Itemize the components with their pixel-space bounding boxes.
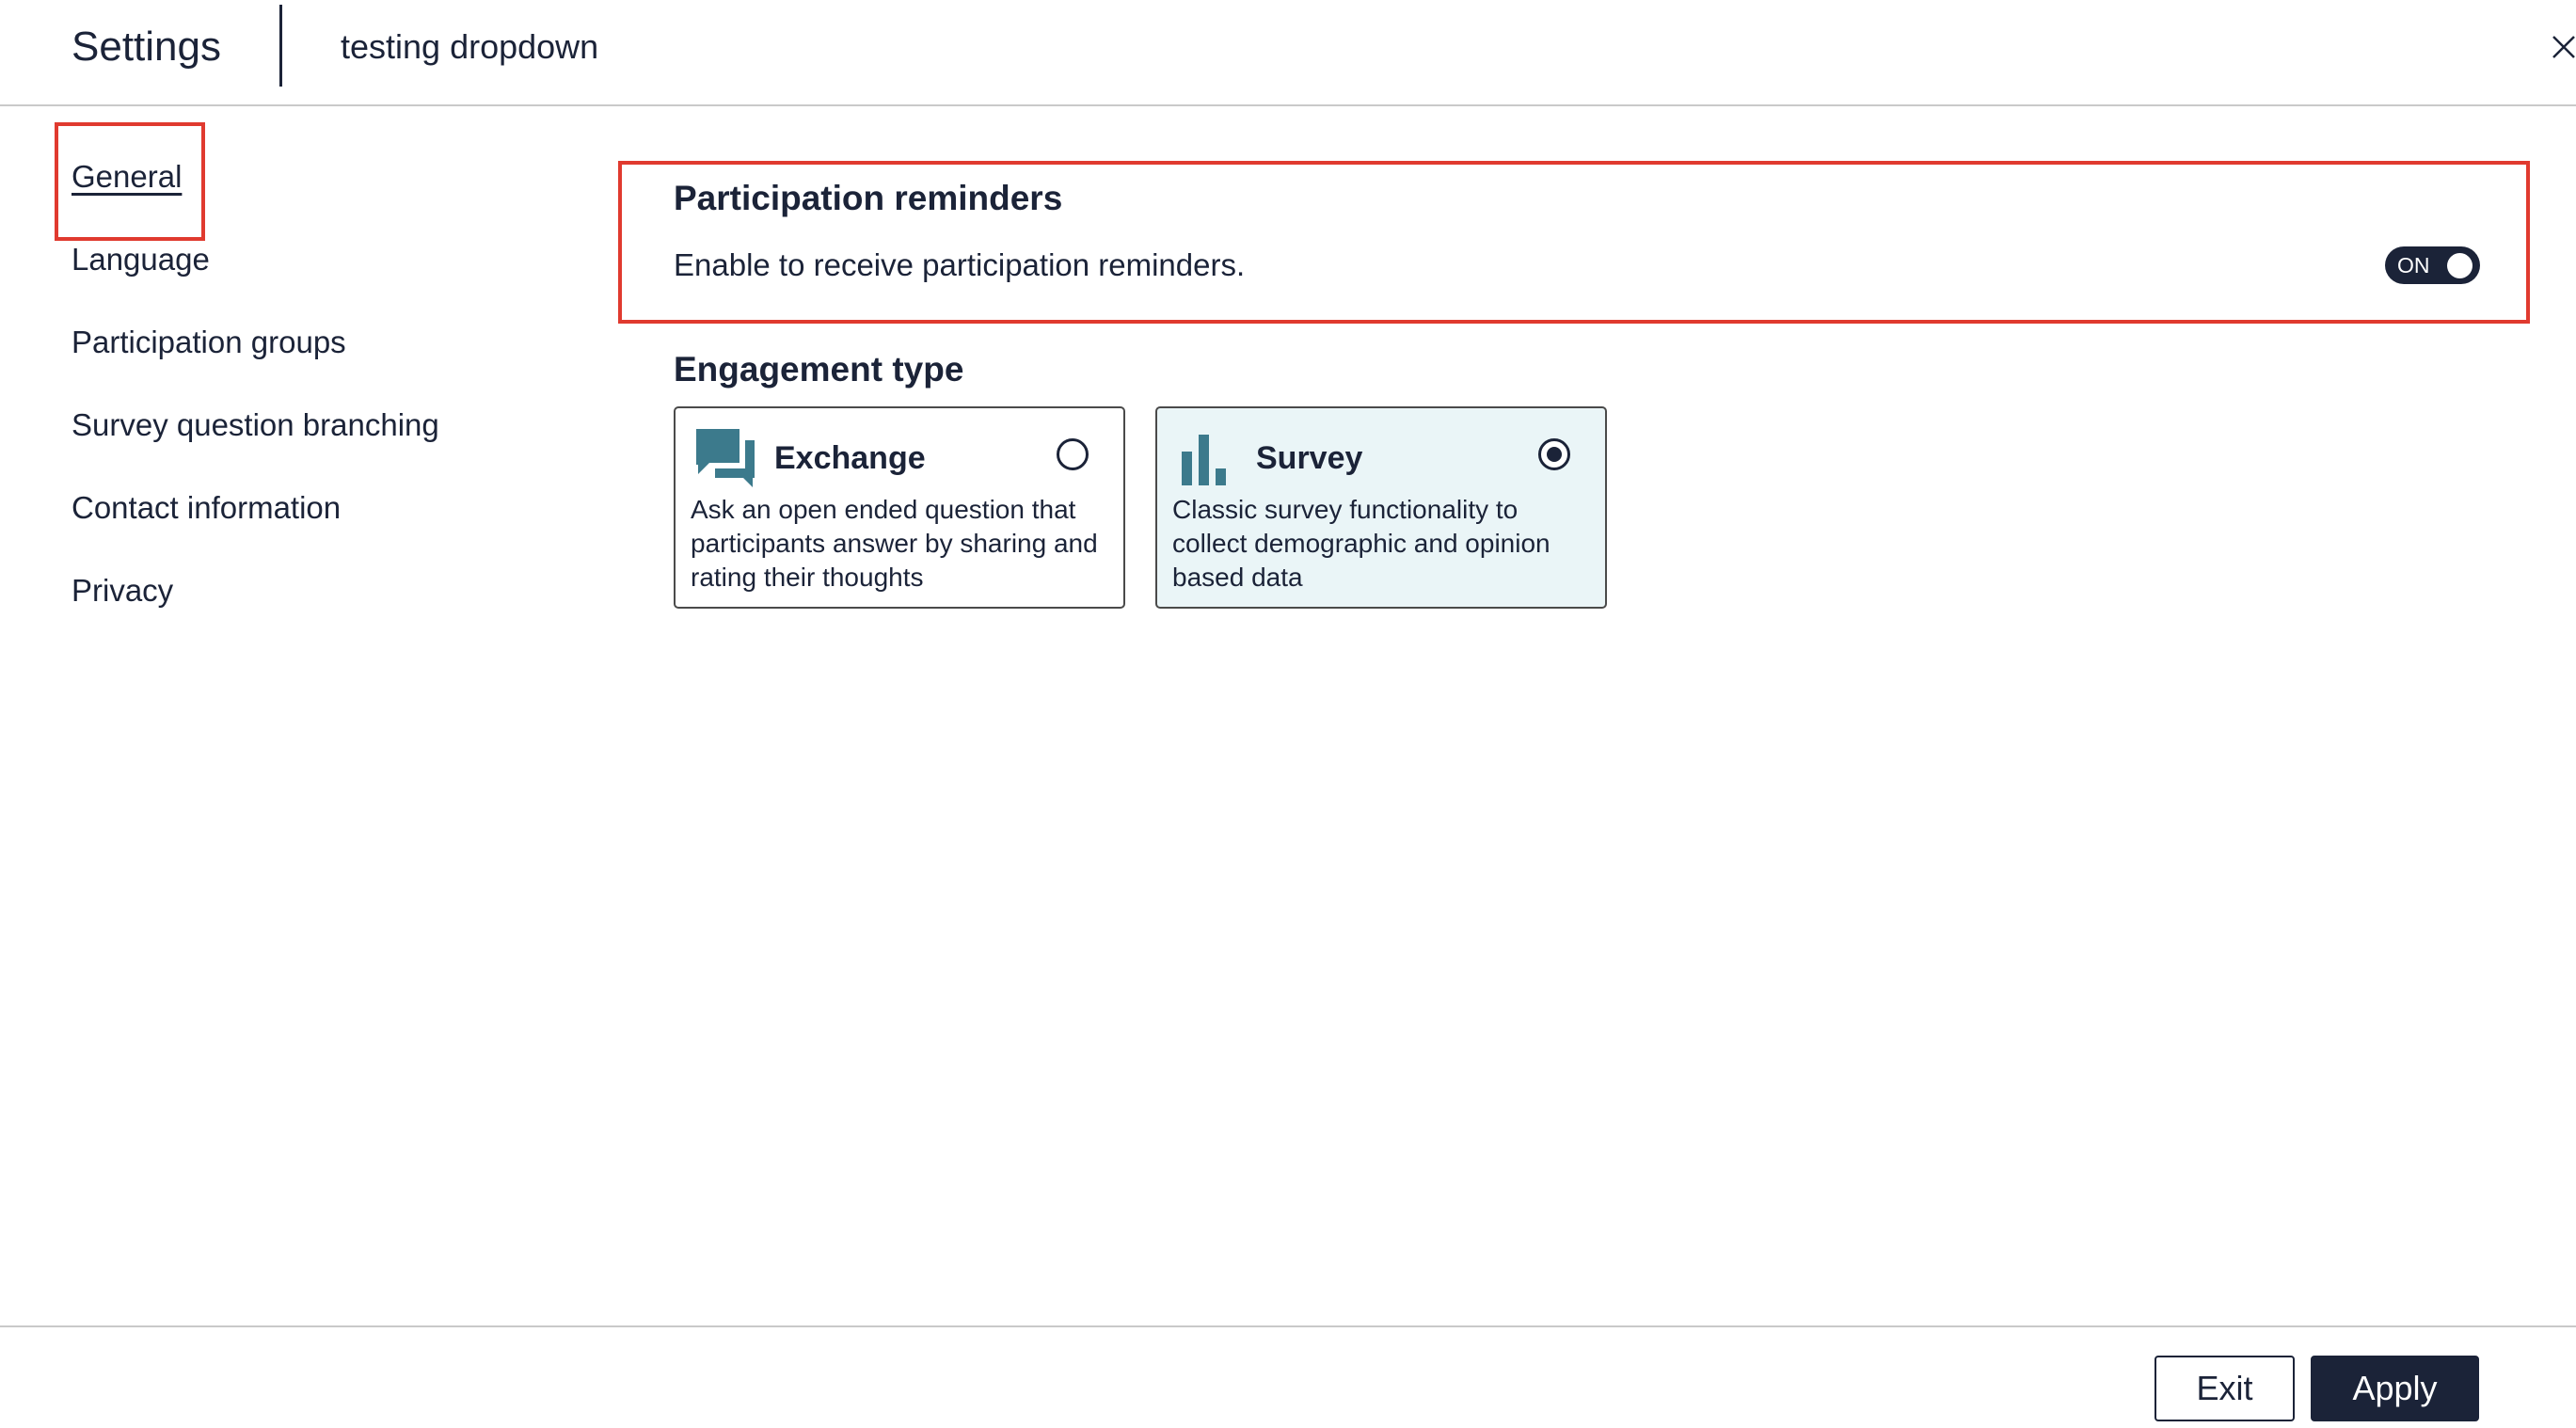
close-button[interactable] bbox=[2542, 21, 2576, 73]
engagement-card-exchange[interactable]: Exchange Ask an open ended question that… bbox=[674, 406, 1125, 609]
reminders-title: Participation reminders bbox=[674, 179, 1063, 217]
reminders-toggle[interactable]: ON bbox=[2385, 246, 2480, 284]
chat-bubbles-icon bbox=[696, 429, 755, 487]
footer-divider bbox=[0, 1325, 2576, 1327]
sidebar-item-privacy[interactable]: Privacy bbox=[72, 570, 173, 611]
toggle-knob bbox=[2447, 253, 2473, 278]
sidebar-item-participation-groups[interactable]: Participation groups bbox=[72, 322, 346, 363]
bar-chart-icon bbox=[1182, 435, 1226, 485]
page-title: Settings bbox=[72, 24, 221, 70]
sidebar-item-general[interactable]: General bbox=[72, 156, 182, 198]
radio-selected-dot bbox=[1547, 447, 1562, 462]
sidebar-item-contact-information[interactable]: Contact information bbox=[72, 487, 341, 529]
close-icon bbox=[2552, 36, 2575, 58]
settings-header: Settings testing dropdown bbox=[0, 0, 2576, 106]
card-title-exchange: Exchange bbox=[774, 440, 926, 476]
apply-button[interactable]: Apply bbox=[2311, 1356, 2479, 1421]
radio-survey[interactable] bbox=[1538, 438, 1570, 470]
sidebar-item-survey-question-branching[interactable]: Survey question branching bbox=[72, 405, 439, 446]
engagement-card-survey[interactable]: Survey Classic survey functionality to c… bbox=[1155, 406, 1607, 609]
card-title-survey: Survey bbox=[1256, 440, 1363, 476]
header-divider bbox=[279, 5, 282, 87]
radio-exchange[interactable] bbox=[1057, 438, 1089, 470]
exit-button[interactable]: Exit bbox=[2155, 1356, 2295, 1421]
project-name: testing dropdown bbox=[341, 27, 599, 66]
engagement-type-title: Engagement type bbox=[674, 350, 964, 389]
reminders-description: Enable to receive participation reminder… bbox=[674, 247, 1246, 282]
toggle-state-label: ON bbox=[2397, 253, 2430, 278]
sidebar-item-language[interactable]: Language bbox=[72, 239, 210, 280]
card-description-exchange: Ask an open ended question that particip… bbox=[691, 495, 1098, 592]
card-description-survey: Classic survey functionality to collect … bbox=[1172, 495, 1550, 592]
